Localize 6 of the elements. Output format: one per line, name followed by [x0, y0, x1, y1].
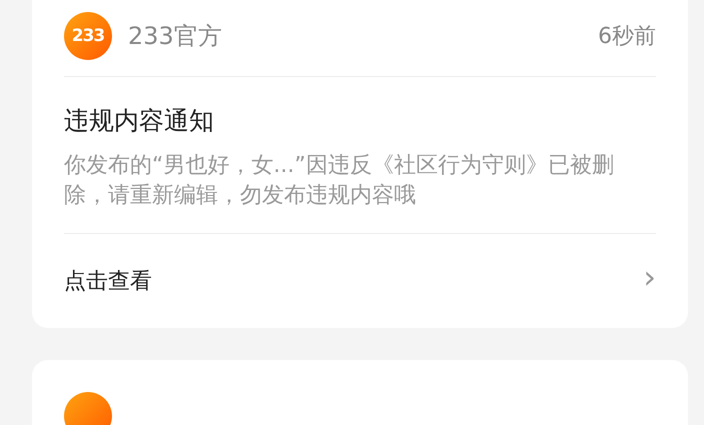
notification-body: 你发布的“男也好，女...”因违反《社区行为守则》已被删除，请重新编辑，勿发布违规内容哦	[64, 152, 615, 210]
notification-title: 违规内容通知	[64, 105, 215, 137]
view-link[interactable]: 点击查看 ›	[64, 234, 656, 328]
logo-icon: 233	[64, 12, 112, 60]
sender-name: 233官方	[128, 21, 222, 52]
timestamp: 6秒前	[598, 23, 656, 51]
